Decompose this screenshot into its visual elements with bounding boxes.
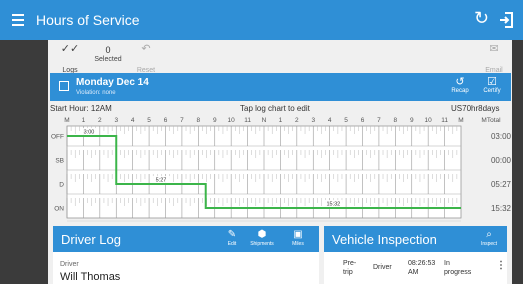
inspect-label: Inspect: [480, 241, 498, 247]
signature-icon: ✓✓: [60, 43, 80, 55]
hour-tick-label: 2: [98, 117, 102, 124]
segment-duration-label: 3:00: [84, 130, 95, 136]
driver-log-title: Driver Log: [61, 232, 121, 247]
hour-tick-label: M: [458, 117, 463, 124]
hour-tick-label: 6: [361, 117, 365, 124]
certify-button[interactable]: ☑ Certify: [479, 76, 505, 94]
total-header: MTotal: [481, 117, 501, 124]
inspection-type: Pre- trip: [343, 260, 357, 276]
miles-button[interactable]: ▣ Miles: [285, 229, 311, 247]
package-icon: ⬢: [257, 229, 267, 240]
hamburger-menu-icon[interactable]: [12, 12, 24, 26]
more-vert-icon[interactable]: ⋮: [496, 261, 506, 271]
refresh-icon[interactable]: ↻: [474, 9, 489, 27]
segment-duration-label: 15:32: [326, 202, 340, 208]
hour-tick-label: 5: [344, 117, 348, 124]
ruleset: US70hr8days: [451, 104, 500, 113]
inspection-status: In progress: [444, 260, 472, 276]
grand-total: 24:00: [491, 221, 511, 222]
vehicle-inspection-header: Vehicle Inspection ⌕ Inspect: [324, 226, 507, 252]
miles-label: Miles: [292, 241, 304, 247]
car-icon: ▣: [293, 229, 303, 240]
chart-hint: Tap log chart to edit: [240, 104, 310, 113]
edit-label: Edit: [227, 241, 237, 247]
inspection-role: Driver: [373, 264, 392, 271]
status-label-off: OFF: [51, 134, 64, 141]
hour-tick-label: 3: [311, 117, 315, 124]
hour-tick-label: 9: [410, 117, 414, 124]
status-label-on: ON: [54, 206, 64, 213]
logs-button[interactable]: ✓✓ Logs: [56, 43, 84, 75]
row-total: 15:32: [491, 204, 511, 213]
certify-label: Certify: [483, 88, 501, 94]
hour-tick-label: 6: [164, 117, 168, 124]
row-total: 05:27: [491, 180, 511, 189]
page-title: Hours of Service: [36, 12, 140, 28]
hour-tick-label: 1: [279, 117, 283, 124]
driver-label: Driver: [60, 261, 79, 268]
left-background: [0, 40, 48, 284]
selected-count: 0: [105, 45, 111, 55]
vehicle-inspection-card: Vehicle Inspection ⌕ Inspect Pre- trip D…: [324, 226, 507, 284]
hour-tick-label: 4: [328, 117, 332, 124]
search-icon: ⌕: [486, 229, 492, 240]
day-checkbox[interactable]: [59, 81, 69, 91]
recap-label: Recap: [451, 88, 469, 94]
inspection-time: 08:26:53 AM: [408, 260, 436, 276]
hour-tick-label: 7: [377, 117, 381, 124]
shipments-label: Shipments: [250, 241, 274, 247]
hour-tick-label: 11: [441, 117, 448, 124]
hour-tick-label: 5: [147, 117, 151, 124]
hour-tick-label: 4: [131, 117, 135, 124]
hour-tick-label: 9: [213, 117, 217, 124]
inspect-button[interactable]: ⌕ Inspect: [476, 229, 502, 247]
reset-button[interactable]: ↶ Reset: [132, 43, 160, 75]
driver-log-header: Driver Log ✎ Edit ⬢ Shipments ▣ Miles: [53, 226, 319, 252]
undo-icon: ↶: [141, 43, 151, 55]
hour-tick-label: 8: [394, 117, 398, 124]
recap-button[interactable]: ↺ Recap: [447, 76, 473, 94]
right-background: [512, 40, 523, 284]
email-icon: ✉: [489, 43, 499, 55]
shipments-button[interactable]: ⬢ Shipments: [249, 229, 275, 247]
vehicle-inspection-title: Vehicle Inspection: [332, 232, 437, 247]
hour-tick-label: M: [64, 117, 69, 124]
row-total: 00:00: [491, 156, 511, 165]
hour-tick-label: 10: [228, 117, 236, 124]
driver-name: Will Thomas: [60, 271, 121, 283]
certify-check-icon: ☑: [487, 76, 497, 88]
status-label-d: D: [59, 182, 64, 189]
log-chart[interactable]: M 1 2 3 4 5 6 7 8 9 10 11 N 1 2 3 4 5 6 7 8 9 10 11 M MTotal OFF 03…: [50, 114, 512, 231]
hour-tick-label: 1: [82, 117, 86, 124]
email-button[interactable]: ✉ Email: [480, 43, 508, 75]
row-total: 03:00: [491, 132, 511, 141]
selected-counter: 0 Selected: [86, 44, 130, 63]
hour-tick-label: 7: [180, 117, 184, 124]
day-header: Monday Dec 14 Violation: none ↺ Recap ☑ …: [50, 73, 511, 101]
pencil-icon: ✎: [227, 229, 237, 240]
logout-icon[interactable]: [498, 11, 516, 29]
start-hour: Start Hour: 12AM: [50, 104, 112, 113]
segment-duration-label: 5:27: [156, 178, 167, 184]
history-icon: ↺: [455, 76, 465, 88]
hour-tick-label: 8: [197, 117, 201, 124]
hour-tick-label: 11: [244, 117, 251, 124]
violation-status: Violation: none: [76, 90, 116, 96]
hour-tick-label: 3: [114, 117, 118, 124]
log-chart-svg[interactable]: M 1 2 3 4 5 6 7 8 9 10 11 N 1 2 3 4 5 6 7 8 9 10 11 M MTotal OFF 03…: [50, 114, 512, 231]
day-date: Monday Dec 14: [76, 77, 149, 88]
driver-log-card: Driver Log ✎ Edit ⬢ Shipments ▣ Miles Dr…: [53, 226, 319, 284]
app-bar: Hours of Service ↻: [0, 0, 523, 40]
hour-tick-label: 10: [425, 117, 433, 124]
hour-tick-label: 2: [295, 117, 299, 124]
selected-label: Selected: [94, 56, 122, 63]
edit-button[interactable]: ✎ Edit: [219, 229, 245, 247]
hour-tick-label: N: [262, 117, 267, 124]
status-label-sb: SB: [55, 158, 64, 165]
